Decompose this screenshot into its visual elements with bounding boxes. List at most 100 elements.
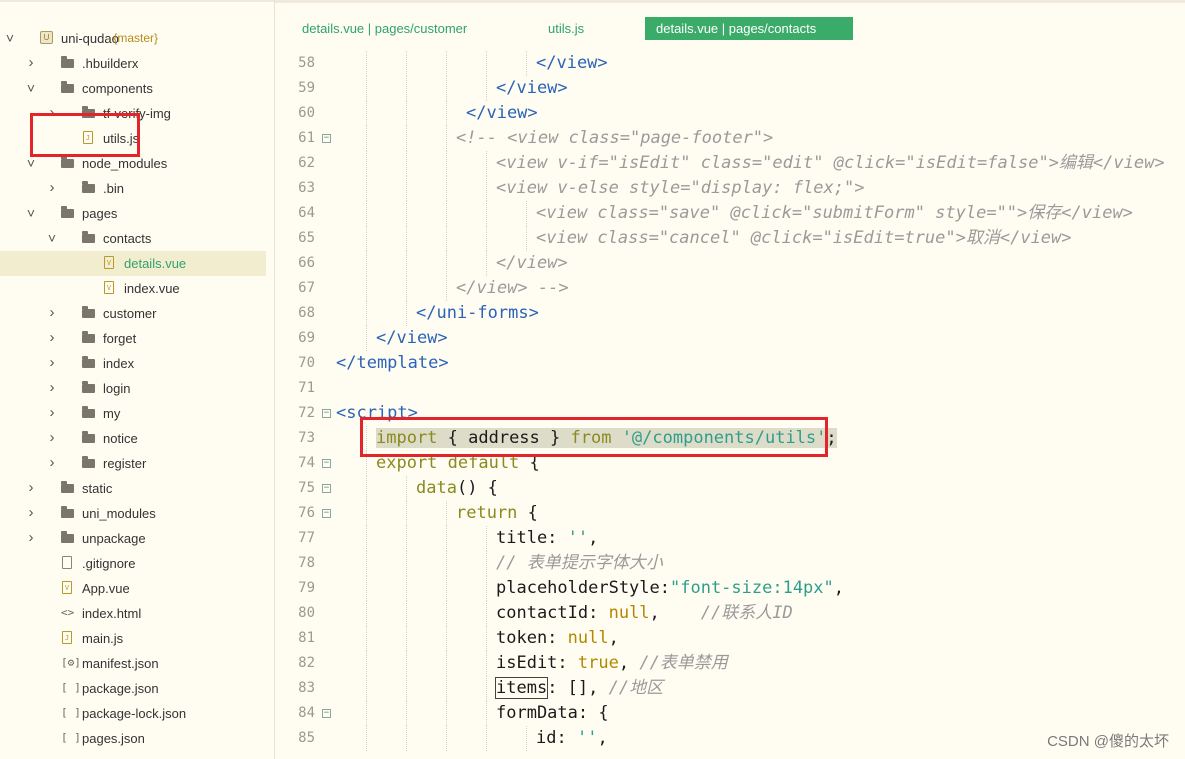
fold-toggle-icon[interactable]: − xyxy=(322,709,331,718)
chevron-down-icon[interactable]: ˅ xyxy=(26,155,36,171)
tree-item[interactable]: › .hbuilderx xyxy=(0,51,266,76)
code-editor[interactable]: </view> </view> </view> <!-- <view class="p… xyxy=(336,44,1185,759)
tree-item[interactable]: Vdetails.vue xyxy=(0,251,266,276)
tree-item[interactable]: [ ] package-lock.json xyxy=(0,701,266,726)
tree-item[interactable]: <> index.html xyxy=(0,601,266,626)
code-token: () { xyxy=(456,478,498,498)
chevron-right-icon[interactable]: › xyxy=(47,355,57,371)
fold-toggle-icon[interactable]: − xyxy=(322,459,331,468)
chevron-right-icon[interactable]: › xyxy=(26,55,36,71)
tab-details-contacts[interactable]: details.vue | pages/contacts xyxy=(645,17,853,40)
indent-guide xyxy=(366,551,367,576)
code-token: : [], xyxy=(547,678,609,698)
tree-item[interactable]: › static xyxy=(0,476,266,501)
line-number: 62 xyxy=(298,155,315,171)
tree-item[interactable]: › index xyxy=(0,351,266,376)
tree-item-label: static xyxy=(82,481,113,496)
chevron-down-icon[interactable]: ˅ xyxy=(26,205,36,221)
line-number: 78 xyxy=(298,555,315,571)
tree-item-label: manifest.json xyxy=(82,656,159,671)
chevron-right-icon[interactable]: › xyxy=(47,330,57,346)
chevron-right-icon[interactable]: › xyxy=(47,405,57,421)
folder-icon xyxy=(82,231,96,245)
line-number: 60 xyxy=(298,105,315,121)
tree-item[interactable]: › customer xyxy=(0,301,266,326)
chevron-down-icon[interactable]: ˅ xyxy=(5,30,15,46)
tree-item[interactable]: V App.vue xyxy=(0,576,266,601)
indent-guide xyxy=(486,176,487,201)
fold-toggle-icon[interactable]: − xyxy=(322,409,331,418)
tree-item[interactable]: › uni_modules xyxy=(0,501,266,526)
chevron-right-icon[interactable]: › xyxy=(26,480,36,496)
indent-guide xyxy=(406,601,407,626)
tree-item[interactable]: [ ] package.json xyxy=(0,676,266,701)
folder-icon xyxy=(61,156,75,170)
indent-guide xyxy=(366,676,367,701)
indent-guide xyxy=(486,601,487,626)
tree-item-label: pages xyxy=(82,206,118,221)
fold-toggle-icon[interactable]: − xyxy=(322,484,331,493)
indent-guide xyxy=(446,576,447,601)
indent-guide xyxy=(446,726,447,751)
tree-item[interactable]: ˅ contacts xyxy=(0,226,266,251)
fold-toggle-icon[interactable]: − xyxy=(322,134,331,143)
chevron-down-icon[interactable]: ˅ xyxy=(47,230,57,246)
line-number: 68 xyxy=(298,305,315,321)
tree-item-label: .gitignore xyxy=(82,556,136,571)
tree-item-label: forget xyxy=(103,331,137,346)
tree-item[interactable]: › login xyxy=(0,376,266,401)
chevron-right-icon[interactable]: › xyxy=(47,380,57,396)
code-token: placeholderStyle: xyxy=(496,578,670,598)
tree-item[interactable]: Jmain.js xyxy=(0,626,266,651)
code-line: token: null, xyxy=(496,626,619,651)
chevron-right-icon[interactable]: › xyxy=(47,180,57,196)
tree-item[interactable]: [⚙] manifest.json xyxy=(0,651,266,676)
indent-guide xyxy=(406,651,407,676)
tree-item-label: notice xyxy=(103,431,138,446)
chevron-right-icon[interactable]: › xyxy=(47,305,57,321)
tab-details-customer[interactable]: details.vue | pages/customer xyxy=(291,17,478,40)
indent-guide xyxy=(486,626,487,651)
chevron-right-icon[interactable]: › xyxy=(26,530,36,546)
indent-guide xyxy=(406,701,407,726)
line-number: 84 xyxy=(298,705,315,721)
tree-item[interactable]: ˅ components xyxy=(0,76,266,101)
code-line: <view v-if="isEdit" class="edit" @click=… xyxy=(496,151,1165,176)
code-line: isEdit: true, //表单禁用 xyxy=(496,651,728,676)
tree-item[interactable]: Vindex.vue xyxy=(0,276,266,301)
tree-item[interactable]: › notice xyxy=(0,426,266,451)
indent-guide xyxy=(366,601,367,626)
tree-item[interactable]: › unpackage xyxy=(0,526,266,551)
indent-guide xyxy=(486,551,487,576)
tree-item[interactable]: › my xyxy=(0,401,266,426)
chevron-right-icon[interactable]: › xyxy=(26,505,36,521)
tree-item[interactable]: ˅ pages xyxy=(0,201,266,226)
tab-utils-js[interactable]: utils.js xyxy=(537,17,595,40)
chevron-down-icon[interactable]: ˅ xyxy=(26,80,36,96)
tree-item[interactable]: › register xyxy=(0,451,266,476)
chevron-right-icon[interactable]: › xyxy=(47,430,57,446)
tree-item[interactable]: [ ] pages.json xyxy=(0,726,266,751)
chevron-right-icon[interactable]: › xyxy=(47,455,57,471)
fold-toggle-icon[interactable]: − xyxy=(322,509,331,518)
indent-guide xyxy=(486,576,487,601)
tree-item-label: login xyxy=(103,381,131,396)
folder-icon xyxy=(61,81,75,95)
line-number: 77 xyxy=(298,530,315,546)
indent-guide xyxy=(486,251,487,276)
json-file-icon: [ ] xyxy=(61,681,81,694)
code-token: <view class="cancel" @click="isEdit=true… xyxy=(536,228,1072,248)
tree-item[interactable]: › forget xyxy=(0,326,266,351)
tree-item[interactable]: ˅ Uuni-qudao - {master} xyxy=(0,26,266,51)
code-line: formData: { xyxy=(496,701,609,726)
line-number: 79 xyxy=(298,580,315,596)
project-explorer: ˅ Uuni-qudao - {master} › .hbuilderx ˅ compone… xyxy=(0,0,275,759)
tree-item-label: unpackage xyxy=(82,531,146,546)
line-number: 58 xyxy=(298,55,315,71)
tree-item[interactable]: › .bin xyxy=(0,176,266,201)
indent-guide xyxy=(446,626,447,651)
code-line: </view> xyxy=(536,51,608,76)
tree-item-label: details.vue xyxy=(124,256,187,271)
tree-item-label: components xyxy=(82,81,153,96)
tree-item[interactable]: .gitignore xyxy=(0,551,266,576)
